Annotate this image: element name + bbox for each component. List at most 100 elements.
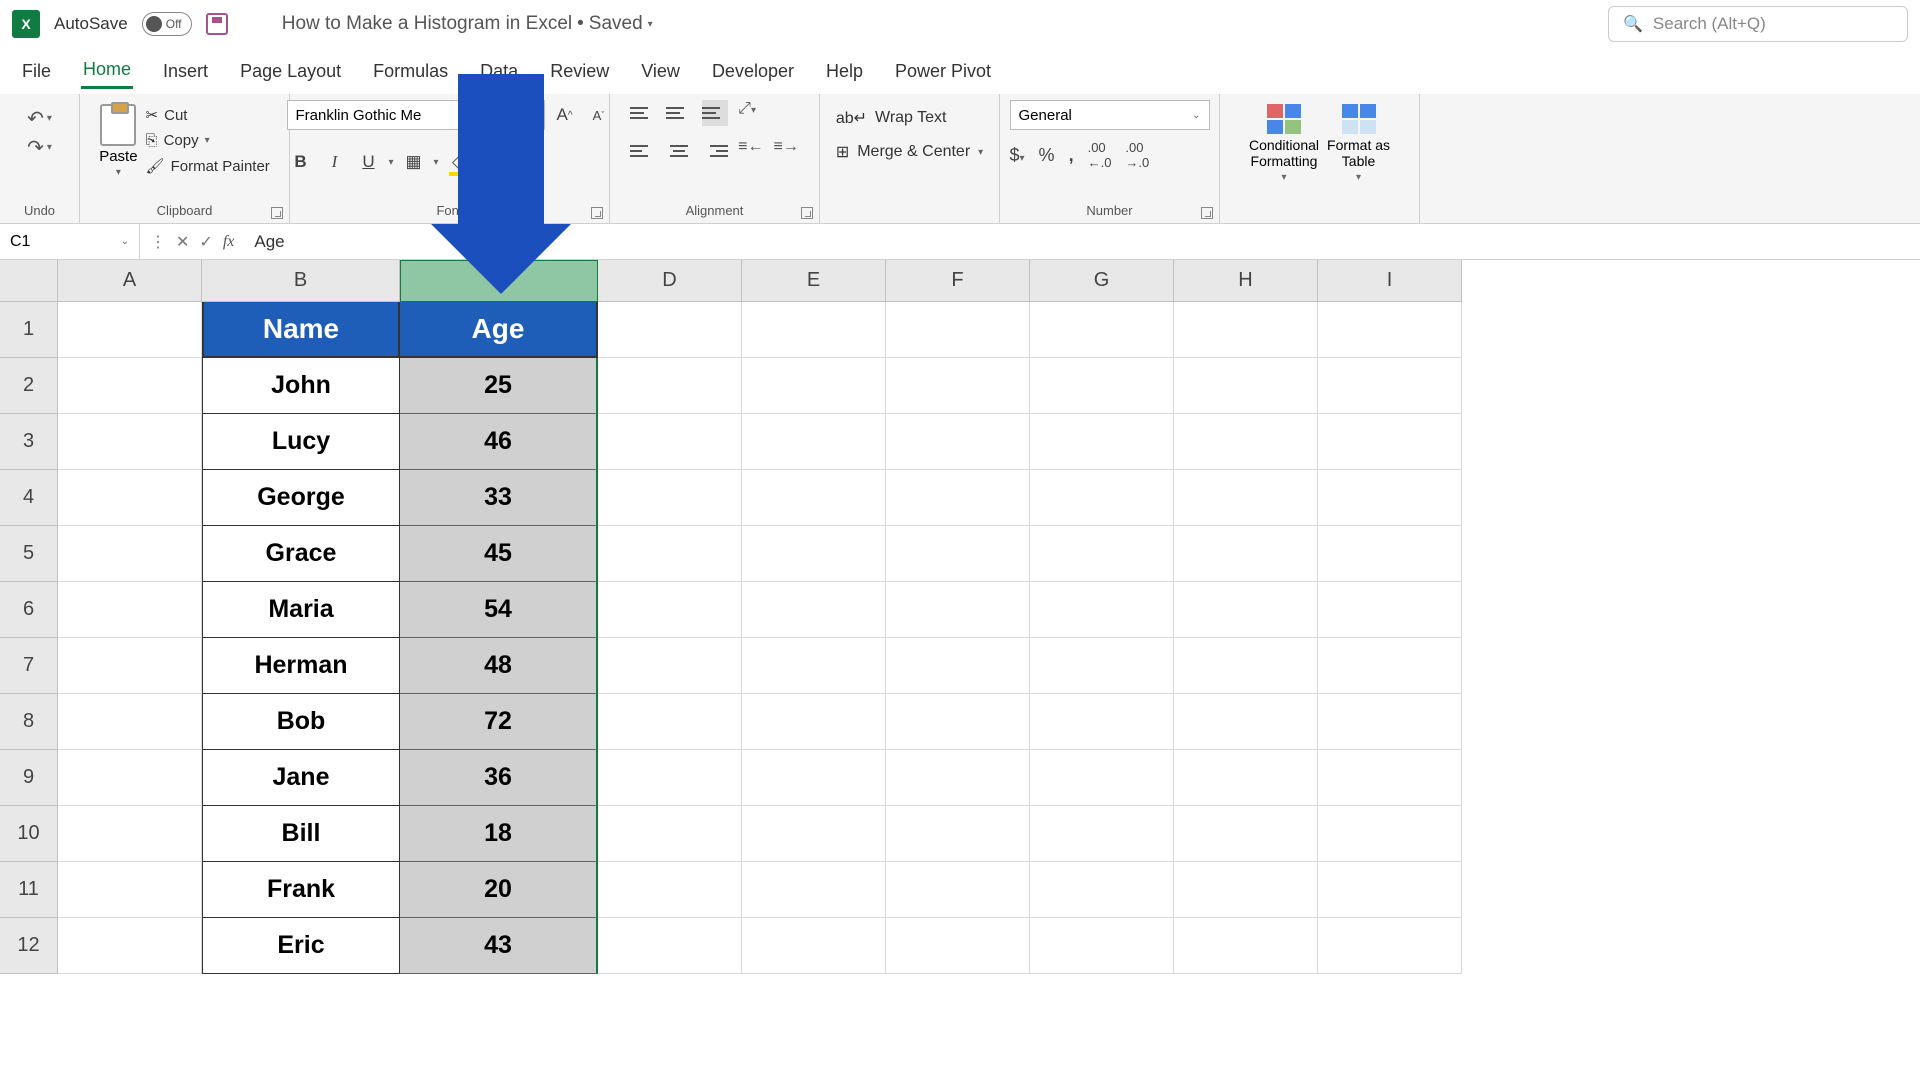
bold-button[interactable]: B: [287, 148, 315, 176]
tab-file[interactable]: File: [20, 55, 53, 88]
cell-C1[interactable]: Age: [400, 302, 598, 358]
row-header-4[interactable]: 4: [0, 470, 58, 526]
cell-F4[interactable]: [886, 470, 1030, 526]
comma-button[interactable]: ,: [1069, 145, 1074, 166]
cell-A6[interactable]: [58, 582, 202, 638]
column-header-E[interactable]: E: [742, 260, 886, 302]
cell-G6[interactable]: [1030, 582, 1174, 638]
cell-A9[interactable]: [58, 750, 202, 806]
column-header-B[interactable]: B: [202, 260, 400, 302]
cell-G10[interactable]: [1030, 806, 1174, 862]
currency-button[interactable]: $▾: [1010, 145, 1025, 166]
cell-C12[interactable]: 43: [400, 918, 598, 974]
row-header-6[interactable]: 6: [0, 582, 58, 638]
row-header-9[interactable]: 9: [0, 750, 58, 806]
cell-H11[interactable]: [1174, 862, 1318, 918]
cell-H10[interactable]: [1174, 806, 1318, 862]
cell-A2[interactable]: [58, 358, 202, 414]
cell-H5[interactable]: [1174, 526, 1318, 582]
row-header-5[interactable]: 5: [0, 526, 58, 582]
align-top-button[interactable]: [630, 100, 656, 126]
cell-D12[interactable]: [598, 918, 742, 974]
cell-H4[interactable]: [1174, 470, 1318, 526]
save-icon[interactable]: [206, 13, 228, 35]
cell-A7[interactable]: [58, 638, 202, 694]
italic-button[interactable]: I: [321, 148, 349, 176]
clipboard-launcher[interactable]: [271, 207, 283, 219]
number-format-select[interactable]: General⌄: [1010, 100, 1210, 130]
cell-I12[interactable]: [1318, 918, 1462, 974]
cell-D8[interactable]: [598, 694, 742, 750]
tab-review[interactable]: Review: [548, 55, 611, 88]
percent-button[interactable]: %: [1039, 145, 1055, 166]
cell-H2[interactable]: [1174, 358, 1318, 414]
cell-G2[interactable]: [1030, 358, 1174, 414]
title-dropdown-icon[interactable]: ▾: [648, 19, 653, 30]
cell-H8[interactable]: [1174, 694, 1318, 750]
cell-F6[interactable]: [886, 582, 1030, 638]
cell-G5[interactable]: [1030, 526, 1174, 582]
cell-G4[interactable]: [1030, 470, 1174, 526]
redo-button[interactable]: ↷▾: [27, 135, 52, 160]
cell-E11[interactable]: [742, 862, 886, 918]
cell-I3[interactable]: [1318, 414, 1462, 470]
font-name-select[interactable]: Franklin Gothic Me⌄: [287, 100, 487, 130]
fill-color-button[interactable]: ◇: [445, 148, 473, 176]
cell-B10[interactable]: Bill: [202, 806, 400, 862]
cell-I10[interactable]: [1318, 806, 1462, 862]
cell-H1[interactable]: [1174, 302, 1318, 358]
row-header-3[interactable]: 3: [0, 414, 58, 470]
shrink-font-button[interactable]: Aˇ: [585, 101, 613, 129]
tab-view[interactable]: View: [639, 55, 682, 88]
cell-B12[interactable]: Eric: [202, 918, 400, 974]
column-header-H[interactable]: H: [1174, 260, 1318, 302]
row-header-11[interactable]: 11: [0, 862, 58, 918]
align-center-button[interactable]: [666, 138, 692, 164]
cell-E6[interactable]: [742, 582, 886, 638]
tab-home[interactable]: Home: [81, 53, 133, 89]
cell-B2[interactable]: John: [202, 358, 400, 414]
row-header-12[interactable]: 12: [0, 918, 58, 974]
cell-F11[interactable]: [886, 862, 1030, 918]
cell-D4[interactable]: [598, 470, 742, 526]
cell-A11[interactable]: [58, 862, 202, 918]
cell-C11[interactable]: 20: [400, 862, 598, 918]
conditional-formatting-button[interactable]: Conditional Formatting ▾: [1249, 100, 1319, 183]
cell-E10[interactable]: [742, 806, 886, 862]
cell-E8[interactable]: [742, 694, 886, 750]
cell-G3[interactable]: [1030, 414, 1174, 470]
tab-help[interactable]: Help: [824, 55, 865, 88]
borders-button[interactable]: ▦: [400, 148, 428, 176]
cell-I1[interactable]: [1318, 302, 1462, 358]
column-header-F[interactable]: F: [886, 260, 1030, 302]
column-header-I[interactable]: I: [1318, 260, 1462, 302]
cell-B3[interactable]: Lucy: [202, 414, 400, 470]
cell-G11[interactable]: [1030, 862, 1174, 918]
cell-E9[interactable]: [742, 750, 886, 806]
name-box[interactable]: C1 ⌄: [0, 224, 140, 259]
cell-G9[interactable]: [1030, 750, 1174, 806]
align-middle-button[interactable]: [666, 100, 692, 126]
cell-grid[interactable]: NameAgeJohn25Lucy46George33Grace45Maria5…: [58, 302, 1920, 974]
cell-I9[interactable]: [1318, 750, 1462, 806]
cell-B5[interactable]: Grace: [202, 526, 400, 582]
align-left-button[interactable]: [630, 138, 656, 164]
cell-A1[interactable]: [58, 302, 202, 358]
alignment-launcher[interactable]: [801, 207, 813, 219]
row-header-10[interactable]: 10: [0, 806, 58, 862]
cell-E1[interactable]: [742, 302, 886, 358]
insert-function-button[interactable]: fx: [223, 233, 235, 251]
cell-I5[interactable]: [1318, 526, 1462, 582]
orientation-button[interactable]: ⤢▾: [738, 100, 756, 126]
cell-D3[interactable]: [598, 414, 742, 470]
paste-button[interactable]: Paste ▾: [99, 100, 137, 178]
cell-A10[interactable]: [58, 806, 202, 862]
cell-E4[interactable]: [742, 470, 886, 526]
row-header-1[interactable]: 1: [0, 302, 58, 358]
select-all-corner[interactable]: [0, 260, 58, 302]
cell-D5[interactable]: [598, 526, 742, 582]
increase-decimal-button[interactable]: .00←.0: [1088, 140, 1112, 170]
cell-F10[interactable]: [886, 806, 1030, 862]
cell-D11[interactable]: [598, 862, 742, 918]
decrease-indent-button[interactable]: ≡←: [738, 138, 763, 164]
